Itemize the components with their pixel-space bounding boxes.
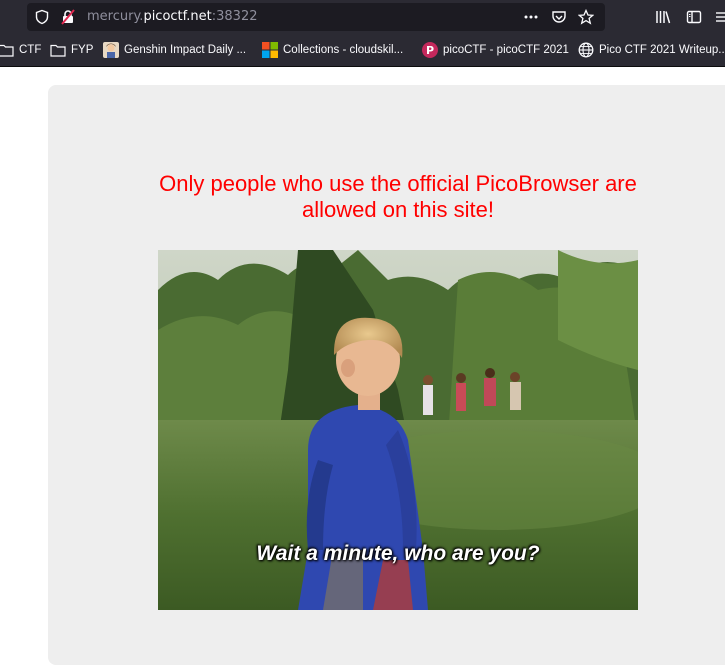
- star-icon[interactable]: [577, 8, 595, 25]
- picoctf-favicon: P: [422, 42, 438, 58]
- microsoft-favicon: [262, 42, 278, 58]
- insecure-lock-icon[interactable]: [60, 9, 76, 25]
- access-denied-message: Only people who use the official PicoBro…: [159, 171, 637, 222]
- bookmark-label: Pico CTF 2021 Writeup...: [599, 44, 725, 56]
- bookmark-picoctf[interactable]: P picoCTF - picoCTF 2021: [422, 42, 569, 58]
- bookmark-label: Collections - cloudskil...: [283, 44, 404, 56]
- url-port: :38322: [211, 9, 258, 24]
- bookmark-genshin[interactable]: Genshin Impact Daily ...: [103, 42, 246, 58]
- url-prefix: mercury.: [87, 9, 144, 24]
- globe-icon: [578, 42, 594, 58]
- meme-image: Wait a minute, who are you?: [158, 250, 638, 610]
- content-card: Only people who use the official PicoBro…: [48, 85, 725, 665]
- bookmark-writeup[interactable]: Pico CTF 2021 Writeup...: [578, 42, 725, 58]
- bookmarks-toolbar: CTF FYP Genshin Impact Daily ... Collect…: [0, 34, 725, 67]
- folder-icon: [0, 44, 14, 57]
- overflow-menu-icon[interactable]: [714, 9, 725, 25]
- bookmark-fyp[interactable]: FYP: [50, 42, 93, 58]
- svg-text:P: P: [426, 44, 434, 57]
- bookmark-label: Genshin Impact Daily ...: [124, 44, 247, 56]
- folder-icon: [50, 44, 66, 57]
- sidebar-icon[interactable]: [686, 9, 702, 25]
- url-text[interactable]: mercury.picoctf.net:38322: [87, 9, 258, 25]
- bookmark-label: picoCTF - picoCTF 2021: [443, 44, 569, 56]
- shield-icon[interactable]: [34, 9, 50, 25]
- page-viewport: Only people who use the official PicoBro…: [0, 67, 725, 665]
- browser-toolbar: mercury.picoctf.net:38322: [0, 0, 725, 34]
- pocket-icon[interactable]: [551, 9, 567, 25]
- bookmark-collections[interactable]: Collections - cloudskil...: [262, 42, 403, 58]
- bookmark-label: FYP: [71, 44, 94, 56]
- url-bar[interactable]: mercury.picoctf.net:38322: [27, 3, 605, 31]
- meme-caption: Wait a minute, who are you?: [256, 542, 540, 565]
- ellipsis-icon[interactable]: [523, 9, 539, 25]
- url-host: picoctf.net: [143, 9, 212, 24]
- library-icon[interactable]: [655, 9, 671, 25]
- bookmark-ctf[interactable]: CTF: [0, 42, 41, 58]
- bookmark-label: CTF: [19, 44, 42, 56]
- genshin-favicon: [103, 42, 119, 58]
